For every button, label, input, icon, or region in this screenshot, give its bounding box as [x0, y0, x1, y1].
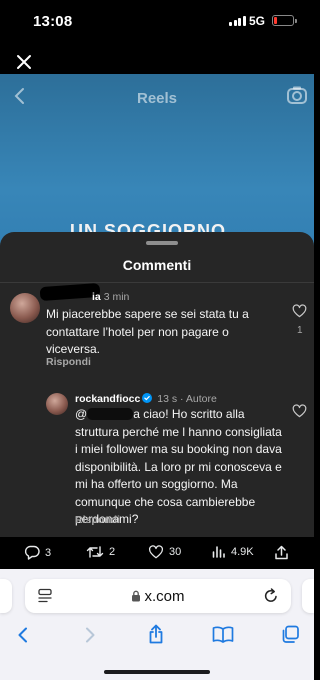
safari-toolbar: x.com — [0, 569, 314, 680]
heart-icon[interactable] — [292, 304, 307, 318]
verified-badge-icon — [142, 393, 153, 403]
share-icon[interactable] — [147, 624, 165, 644]
comment-time: 3 min — [103, 291, 130, 303]
reply-action[interactable]: 3 — [24, 545, 51, 560]
divider — [0, 282, 314, 283]
repost-action[interactable]: 2 — [86, 545, 115, 559]
comment-meta: ia 3 min — [92, 291, 129, 303]
share-action[interactable] — [274, 545, 289, 560]
home-indicator — [104, 670, 210, 674]
next-tab-edge[interactable] — [302, 579, 314, 613]
address-bar[interactable]: x.com — [25, 579, 291, 613]
url-display[interactable]: x.com — [25, 588, 291, 605]
comment-time: 13 s — [157, 393, 178, 405]
like-count: 1 — [297, 325, 303, 336]
comment-body: ciao! Ho scritto alla struttura perché m… — [75, 407, 282, 526]
forward-button[interactable] — [83, 627, 97, 643]
avatar[interactable] — [46, 393, 68, 415]
mention-prefix[interactable]: @ — [75, 407, 87, 421]
comment-text: Mi piacerebbe sapere se sei stata tu a c… — [46, 307, 249, 356]
bookmarks-icon[interactable] — [212, 626, 234, 643]
analytics-icon — [212, 546, 225, 558]
status-bar: 13:08 5G — [0, 0, 314, 44]
url-text: x.com — [144, 588, 185, 605]
previous-tab-edge[interactable] — [0, 579, 12, 613]
reel-title: Reels — [136, 90, 178, 107]
camera-icon — [287, 86, 307, 104]
share-icon — [275, 545, 288, 560]
network-type: 5G — [249, 14, 266, 28]
mention-suffix[interactable]: a — [133, 407, 140, 421]
battery-icon — [272, 15, 297, 26]
comment-username[interactable]: rockandfiocc — [75, 393, 140, 405]
reply-icon — [24, 545, 40, 560]
redaction-mark — [87, 408, 134, 420]
repost-icon — [86, 546, 104, 558]
heart-icon — [148, 545, 164, 559]
tweet-action-bar: 3 2 30 4.9K — [0, 537, 314, 569]
cellular-signal-icon — [229, 16, 246, 26]
comments-sheet: Commenti ia 3 min Mi piacerebbe sapere s… — [0, 232, 314, 537]
repost-count: 2 — [109, 546, 116, 558]
reply-button[interactable]: Rispondi — [46, 356, 91, 368]
author-label: Autore — [185, 393, 217, 405]
view-count: 4.9K — [231, 545, 254, 558]
sheet-drag-handle[interactable] — [146, 241, 178, 245]
back-button[interactable] — [16, 627, 30, 643]
tabs-icon[interactable] — [280, 625, 300, 644]
views-action[interactable]: 4.9K — [212, 545, 254, 558]
reply-count: 3 — [45, 546, 52, 559]
comment-username[interactable]: ia — [92, 291, 101, 303]
reload-icon[interactable] — [263, 587, 279, 604]
like-count: 30 — [169, 546, 182, 558]
reply-button[interactable]: Rispondi — [75, 514, 120, 526]
comments-title: Commenti — [122, 257, 192, 273]
like-action[interactable]: 30 — [148, 545, 181, 559]
close-button[interactable] — [14, 52, 34, 72]
close-icon — [17, 55, 31, 69]
avatar[interactable] — [10, 293, 40, 323]
comment-meta: rockandfiocc 13 s · Autore — [75, 393, 217, 405]
status-time: 13:08 — [33, 13, 73, 30]
battery-level-fill — [274, 17, 277, 24]
heart-icon[interactable] — [292, 404, 307, 418]
lock-icon — [132, 590, 141, 602]
comment-text: @ a ciao! Ho scritto alla struttura perch… — [75, 406, 285, 529]
